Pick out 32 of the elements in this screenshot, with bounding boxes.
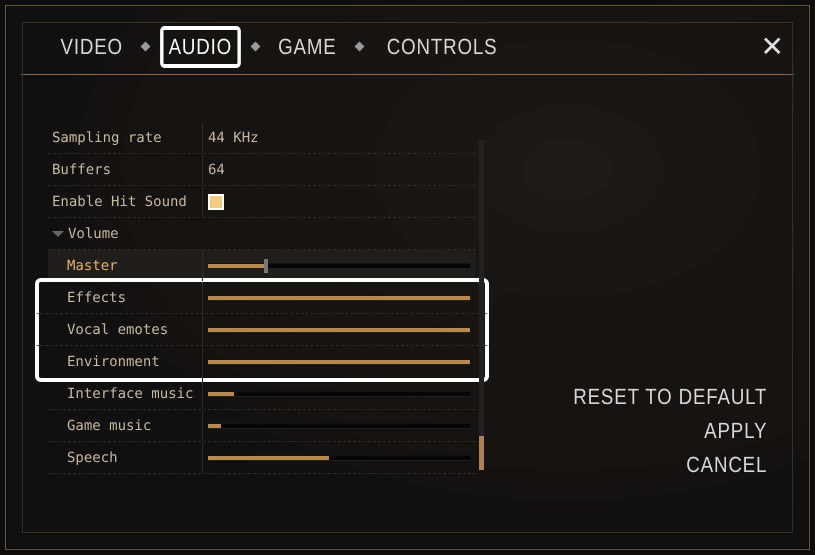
scrollbar[interactable] bbox=[479, 140, 484, 470]
setting-label: Sampling rate bbox=[48, 122, 203, 153]
setting-label: Game music bbox=[48, 410, 203, 441]
checkbox[interactable] bbox=[208, 194, 224, 210]
tab[interactable]: CONTROLS bbox=[378, 26, 506, 68]
setting-label: Effects bbox=[48, 282, 203, 313]
group-label: Volume bbox=[68, 226, 119, 242]
action-button[interactable]: APPLY bbox=[704, 418, 767, 444]
setting-label: Interface music bbox=[48, 378, 203, 409]
setting-label: Buffers bbox=[48, 154, 203, 185]
setting-label: Master bbox=[48, 250, 203, 281]
setting-value: 44 KHz bbox=[208, 130, 259, 146]
highlighted-row[interactable]: Effects bbox=[35, 278, 489, 314]
slider-thumb[interactable] bbox=[264, 258, 268, 272]
highlighted-row[interactable]: Vocal emotes bbox=[35, 314, 489, 346]
highlighted-row[interactable]: Environment bbox=[35, 346, 489, 382]
action-button[interactable]: CANCEL bbox=[686, 452, 767, 478]
scrollbar-thumb[interactable] bbox=[479, 436, 484, 470]
volume-row[interactable]: Speech bbox=[48, 442, 476, 474]
expand-arrow-icon[interactable] bbox=[52, 230, 64, 236]
setting-label: Enable Hit Sound bbox=[48, 186, 203, 217]
tab[interactable]: GAME bbox=[270, 26, 346, 68]
action-button[interactable]: RESET TO DEFAULT bbox=[572, 384, 767, 410]
setting-label: Vocal emotes bbox=[48, 314, 203, 345]
volume-row[interactable]: Game music bbox=[48, 410, 476, 442]
setting-label: Speech bbox=[48, 442, 203, 473]
setting-label: Environment bbox=[48, 346, 203, 378]
close-button[interactable]: ✕ bbox=[760, 30, 784, 63]
tab[interactable]: VIDEO bbox=[52, 26, 132, 68]
volume-row[interactable]: Interface music bbox=[48, 378, 476, 410]
tab[interactable]: AUDIO bbox=[160, 26, 242, 68]
setting-value: 64 bbox=[208, 162, 225, 178]
